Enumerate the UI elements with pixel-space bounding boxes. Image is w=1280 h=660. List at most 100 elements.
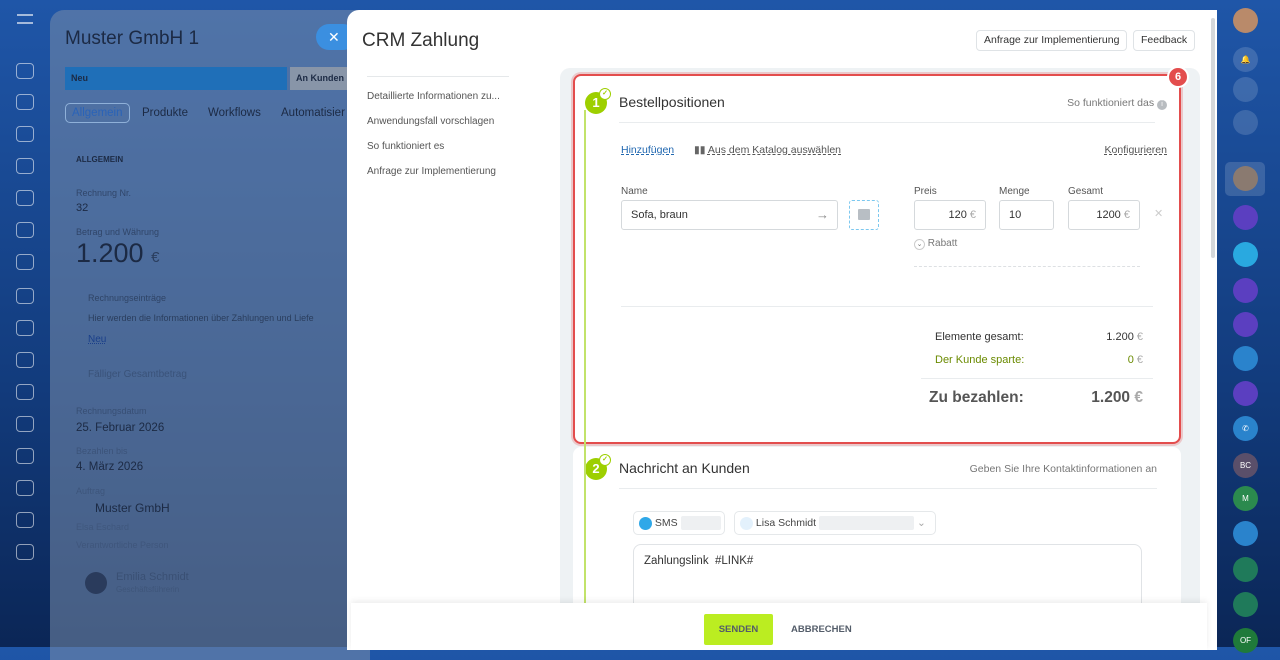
camera-icon[interactable] <box>16 512 34 528</box>
price-input[interactable]: 120 € <box>914 200 986 230</box>
total-value: 1200 <box>1096 209 1121 221</box>
openline-chat-icon[interactable] <box>1233 312 1258 337</box>
total-currency: € <box>1123 209 1130 221</box>
total-input[interactable]: 1200 € <box>1068 200 1140 230</box>
panel-left-menu: Detaillierte Informationen zu... Anwendu… <box>367 76 509 177</box>
product-name-value: Sofa, braun <box>631 209 688 221</box>
divider <box>619 488 1157 489</box>
drive-icon[interactable] <box>16 222 34 238</box>
entries-new-link[interactable]: Neu <box>88 334 106 345</box>
home-icon[interactable] <box>16 63 34 79</box>
image-icon <box>858 209 870 220</box>
filter-icon[interactable] <box>16 448 34 464</box>
invoice-no: 32 <box>76 202 89 214</box>
card-icon[interactable] <box>16 544 34 560</box>
phone-icon[interactable]: ✆ <box>1233 416 1258 441</box>
recipient-name: Lisa Schmidt <box>755 517 817 529</box>
chevron-down-icon: ⌄ <box>916 517 926 529</box>
document-icon[interactable] <box>16 480 34 496</box>
invoice-date: 25. Februar 2026 <box>76 422 165 434</box>
active-chat-tile[interactable] <box>1225 162 1265 196</box>
openline-chat-icon[interactable] <box>1233 205 1258 230</box>
configure-link[interactable]: Konfigurieren <box>1105 144 1167 156</box>
cancel-button[interactable]: ABBRECHEN <box>791 614 852 645</box>
store-icon[interactable] <box>16 416 34 432</box>
contacts-icon[interactable] <box>16 126 34 142</box>
invoice-card-background: Muster GmbH 1 Neu An Kunden Allgemein Pr… <box>50 10 370 660</box>
highlight-badge: 6 <box>1167 66 1189 88</box>
currency: € <box>1136 354 1143 366</box>
tab-produkte[interactable]: Produkte <box>142 107 188 119</box>
panel-footer: SENDEN ABBRECHEN <box>351 603 1207 650</box>
task-icon[interactable] <box>1233 557 1258 582</box>
menu-item-details[interactable]: Detaillierte Informationen zu... <box>367 91 509 102</box>
openline-chat-icon[interactable] <box>1233 278 1258 303</box>
stage-current[interactable]: Neu <box>65 67 287 90</box>
menu-item-request-implementation[interactable]: Anfrage zur Implementierung <box>367 166 509 177</box>
openlines-icon[interactable] <box>1233 77 1258 102</box>
chat-badge-of[interactable]: OF <box>1233 628 1258 653</box>
tasks-icon[interactable] <box>16 288 34 304</box>
remove-item-icon[interactable]: ✕ <box>1154 207 1163 220</box>
catalog-link[interactable]: ▮▮ Aus dem Katalog auswählen <box>694 144 841 156</box>
product-name-input[interactable]: Sofa, braun → <box>621 200 838 230</box>
feedback-button[interactable]: Feedback <box>1133 30 1196 51</box>
menu-item-how-it-works[interactable]: So funktioniert es <box>367 141 509 152</box>
items-total-label: Elemente gesamt: <box>935 331 1024 343</box>
contact-card-icon[interactable] <box>1233 346 1258 371</box>
arrow-right-icon[interactable]: → <box>816 201 829 229</box>
currency: € <box>151 249 160 266</box>
left-sidebar <box>0 0 50 647</box>
order-value[interactable]: Muster GmbH <box>95 501 170 515</box>
add-item-link[interactable]: Hinzufügen <box>621 144 674 156</box>
mail-icon[interactable] <box>16 320 34 336</box>
close-icon: ✕ <box>328 29 340 45</box>
amount: 1.200 <box>76 238 144 268</box>
saved-label: Der Kunde sparte: <box>935 354 1025 366</box>
invoice-no-label: Rechnung Nr. <box>76 188 132 198</box>
order-label: Auftrag <box>76 486 106 496</box>
quantity-input[interactable]: 10 <box>999 200 1054 230</box>
contact-card-icon[interactable] <box>1233 521 1258 546</box>
request-implementation-button[interactable]: Anfrage zur Implementierung <box>976 30 1128 51</box>
items-total-amount: 1.200 <box>1106 331 1134 343</box>
order-items-card: 6 1 Bestellpositionen So funktioniert da… <box>573 66 1189 444</box>
bell-icon[interactable]: 🔔 <box>1233 47 1258 72</box>
how-it-works-link[interactable]: So funktioniert das i <box>1067 97 1167 110</box>
divider <box>914 266 1140 267</box>
contact-info-link[interactable]: Geben Sie Ihre Kontaktinformationen an <box>970 463 1157 475</box>
scrollbar[interactable] <box>1211 18 1215 258</box>
responsible-name[interactable]: Emilia Schmidt <box>116 571 189 583</box>
menu-icon[interactable] <box>17 14 33 24</box>
discount-toggle[interactable]: ⌄ Rabatt <box>914 238 957 250</box>
send-button[interactable]: SENDEN <box>704 614 773 645</box>
right-rail: 🔔 ✆ BC M OF <box>1217 0 1280 653</box>
calendar-icon[interactable] <box>16 190 34 206</box>
invoice-title: Muster GmbH 1 <box>65 28 200 49</box>
openline-chat-icon[interactable] <box>1233 381 1258 406</box>
how-it-works-text: So funktioniert das <box>1067 97 1155 109</box>
tab-automation[interactable]: Automatisier <box>281 107 345 119</box>
sign-icon[interactable] <box>16 384 34 400</box>
menu-item-suggest-use-case[interactable]: Anwendungsfall vorschlagen <box>367 116 509 127</box>
recipient-selector[interactable]: Lisa Schmidt ⌄ <box>734 511 936 535</box>
chat-icon[interactable] <box>16 352 34 368</box>
section-heading: ALLGEMEIN <box>76 155 124 164</box>
user-avatar[interactable] <box>1233 8 1258 33</box>
chat-badge-m[interactable]: M <box>1233 486 1258 511</box>
currency: € <box>1134 389 1143 406</box>
crm-icon[interactable] <box>16 94 34 110</box>
channel-selector[interactable]: SMS <box>633 511 725 535</box>
board-icon[interactable] <box>16 254 34 270</box>
responsible-role: Geschäftsführerin <box>116 585 180 594</box>
tab-workflows[interactable]: Workflows <box>208 107 261 119</box>
price-label: Preis <box>914 186 937 197</box>
chat-badge-bc[interactable]: BC <box>1233 453 1258 478</box>
feed-icon[interactable] <box>16 158 34 174</box>
message-chat-icon[interactable] <box>1233 242 1258 267</box>
chat-sync-icon[interactable] <box>1233 110 1258 135</box>
product-image-button[interactable] <box>849 200 879 230</box>
tab-allgemein[interactable]: Allgemein <box>65 103 130 123</box>
to-pay-label: Zu bezahlen: <box>929 389 1024 406</box>
task-icon[interactable] <box>1233 592 1258 617</box>
